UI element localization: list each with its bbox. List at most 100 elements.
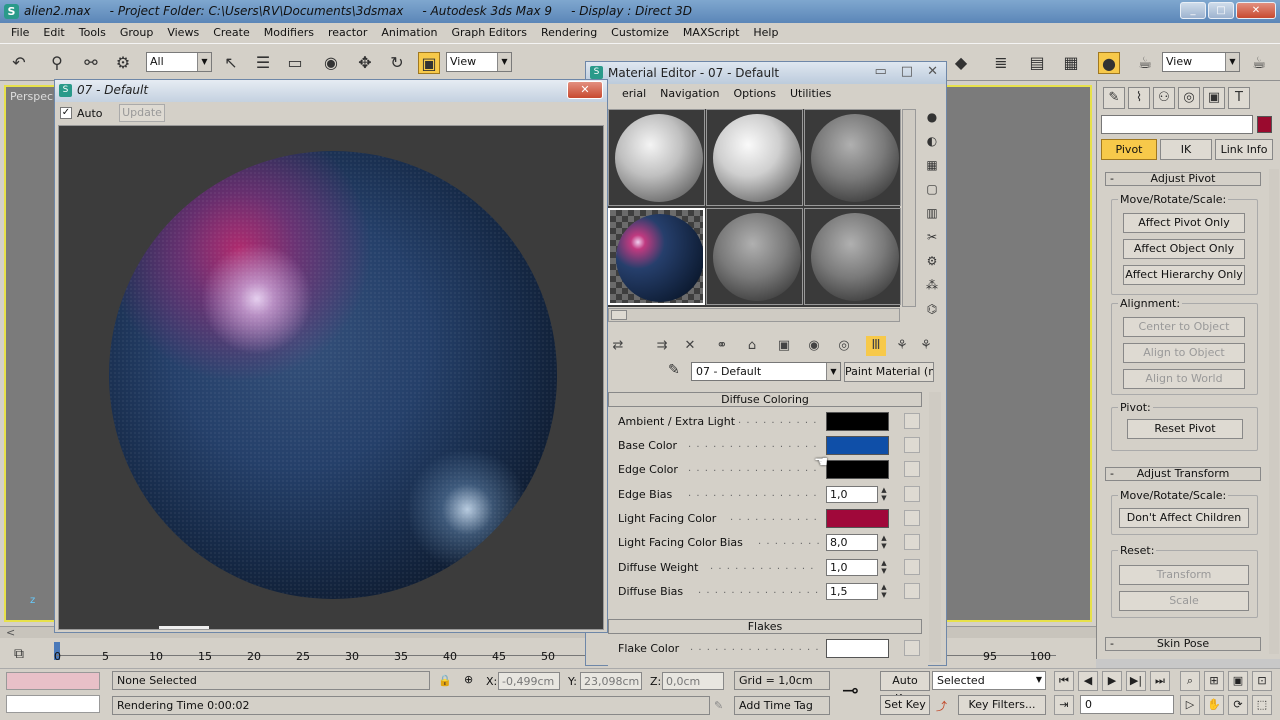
- menu-maxscript[interactable]: MAXScript: [676, 23, 746, 43]
- base-color-swatch[interactable]: [826, 436, 889, 455]
- assign-to-selection-icon[interactable]: ⇉: [652, 336, 672, 356]
- rotate-icon[interactable]: ↻: [386, 52, 408, 74]
- minimize-button[interactable]: _: [1180, 2, 1206, 19]
- modify-tab-icon[interactable]: ⌇: [1128, 87, 1150, 109]
- diffuse-weight-spinner[interactable]: 1,0: [826, 559, 878, 576]
- flake-color-map-button[interactable]: [904, 640, 920, 656]
- menu-create[interactable]: Create: [206, 23, 257, 43]
- absolute-mode-icon[interactable]: ⊕: [464, 673, 473, 686]
- menu-group[interactable]: Group: [113, 23, 161, 43]
- sample-slot[interactable]: [804, 109, 901, 206]
- render-scene-icon[interactable]: ☕: [1134, 52, 1156, 74]
- edge-color-map-button[interactable]: [904, 461, 920, 477]
- menu-edit[interactable]: Edit: [36, 23, 71, 43]
- bind-space-warp-icon[interactable]: ⚙: [112, 52, 134, 74]
- transform-button[interactable]: Transform: [1119, 565, 1249, 585]
- affect-object-only-button[interactable]: Affect Object Only: [1123, 239, 1245, 259]
- diffuse-weight-map-button[interactable]: [904, 559, 920, 575]
- ik-tab[interactable]: IK: [1160, 139, 1212, 160]
- parameters-scrollbar[interactable]: [929, 392, 941, 662]
- curve-editor-icon[interactable]: ▤: [1026, 52, 1048, 74]
- update-button[interactable]: Update: [119, 104, 165, 122]
- schematic-view-icon[interactable]: ▦: [1060, 52, 1082, 74]
- scale-button[interactable]: Scale: [1119, 591, 1249, 611]
- select-by-name-icon[interactable]: ☰: [252, 52, 274, 74]
- auto-checkbox[interactable]: ✓: [60, 107, 72, 119]
- key-mode-toggle-icon[interactable]: ⇥: [1054, 695, 1074, 715]
- default-in-out-tangent-icon[interactable]: ⤴: [936, 698, 947, 714]
- maxscript-input-mini[interactable]: [6, 695, 100, 713]
- menu-navigation[interactable]: Navigation: [654, 84, 725, 104]
- material-effects-channel-icon[interactable]: ▣: [774, 336, 794, 356]
- menu-graph-editors[interactable]: Graph Editors: [444, 23, 534, 43]
- undo-icon[interactable]: ↶: [8, 52, 30, 74]
- menu-material[interactable]: erial: [616, 84, 652, 104]
- light-facing-color-bias-spinner[interactable]: 8,0: [826, 534, 878, 551]
- y-coordinate-field[interactable]: 23,098cm: [580, 672, 642, 690]
- go-to-start-icon[interactable]: ⏮: [1054, 671, 1074, 691]
- motion-tab-icon[interactable]: ◎: [1178, 87, 1200, 109]
- edge-bias-map-button[interactable]: [904, 486, 920, 502]
- zoom-icon[interactable]: ⌕: [1180, 671, 1200, 691]
- put-to-scene-icon[interactable]: ⇄: [608, 336, 628, 356]
- material-render-view[interactable]: [58, 125, 604, 630]
- spinner-arrows-icon[interactable]: ▲ ▼: [879, 583, 889, 600]
- quick-render-icon[interactable]: ☕: [1248, 52, 1270, 74]
- menu-rendering[interactable]: Rendering: [534, 23, 604, 43]
- light-facing-bias-map-button[interactable]: [904, 534, 920, 550]
- scroll-thumb[interactable]: [611, 310, 627, 320]
- show-map-in-viewport-icon[interactable]: ◉: [804, 336, 824, 356]
- set-key-icon[interactable]: ⊸: [842, 678, 859, 702]
- close-button[interactable]: ✕: [1236, 2, 1276, 19]
- 3dsmax-app-icon[interactable]: S: [4, 4, 19, 19]
- menu-animation[interactable]: Animation: [374, 23, 444, 43]
- preview-title-bar[interactable]: S 07 - Default ✕: [55, 80, 607, 102]
- material-name-field[interactable]: 07 - Default ▼: [691, 362, 841, 381]
- object-name-field[interactable]: [1101, 115, 1253, 134]
- mirror-icon[interactable]: ◆: [950, 52, 972, 74]
- diffuse-bias-map-button[interactable]: [904, 583, 920, 599]
- pivot-tab[interactable]: Pivot: [1101, 139, 1157, 160]
- object-color-swatch[interactable]: [1257, 116, 1272, 133]
- lock-selection-icon[interactable]: 🔒: [438, 674, 452, 687]
- base-color-map-button[interactable]: [904, 437, 920, 453]
- align-to-object-button[interactable]: Align to Object: [1123, 343, 1245, 363]
- key-filters-button[interactable]: Key Filters...: [958, 695, 1046, 715]
- close-icon[interactable]: ✕: [927, 64, 938, 79]
- material-editor-title-bar[interactable]: S Material Editor - 07 - Default ▭ □ ✕: [586, 62, 946, 84]
- flakes-rollout[interactable]: Flakes: [608, 619, 922, 634]
- zoom-all-icon[interactable]: ⊞: [1204, 671, 1224, 691]
- menu-help[interactable]: Help: [746, 23, 785, 43]
- center-to-object-button[interactable]: Center to Object: [1123, 317, 1245, 337]
- go-to-end-icon[interactable]: ⏭: [1150, 671, 1170, 691]
- select-object-icon[interactable]: ↖: [220, 52, 242, 74]
- go-to-parent-icon[interactable]: Ⅲ: [866, 336, 886, 356]
- affect-hierarchy-only-button[interactable]: Affect Hierarchy Only: [1123, 265, 1245, 285]
- maximize-viewport-icon[interactable]: ⬚: [1252, 695, 1272, 715]
- reference-coordinate-dropdown[interactable]: View ▼: [446, 52, 512, 72]
- menu-utilities[interactable]: Utilities: [784, 84, 837, 104]
- display-tab-icon[interactable]: ▣: [1203, 87, 1225, 109]
- menu-customize[interactable]: Customize: [604, 23, 676, 43]
- sample-slot-active[interactable]: [608, 208, 705, 305]
- ambient-color-swatch[interactable]: [826, 412, 889, 431]
- menu-modifiers[interactable]: Modifiers: [257, 23, 321, 43]
- sample-type-icon[interactable]: ●: [923, 108, 941, 126]
- align-to-world-button[interactable]: Align to World: [1123, 369, 1245, 389]
- menu-tools[interactable]: Tools: [72, 23, 113, 43]
- minimize-icon[interactable]: ▭: [875, 64, 887, 79]
- sample-slots-hscrollbar[interactable]: [608, 308, 900, 322]
- affect-pivot-only-button[interactable]: Affect Pivot Only: [1123, 213, 1245, 233]
- material-type-button[interactable]: Paint Material (mi): [844, 362, 934, 382]
- unlink-icon[interactable]: ⚯: [80, 52, 102, 74]
- pan-icon[interactable]: ✋: [1204, 695, 1224, 715]
- backlight-icon[interactable]: ◐: [923, 132, 941, 150]
- zoom-extents-icon[interactable]: ▣: [1228, 671, 1248, 691]
- edge-color-swatch[interactable]: [826, 460, 889, 479]
- selection-filter-dropdown[interactable]: All ▼: [146, 52, 212, 72]
- make-preview-icon[interactable]: ✂: [923, 228, 941, 246]
- ambient-map-button[interactable]: [904, 413, 920, 429]
- sample-slot[interactable]: [608, 109, 705, 206]
- pick-material-icon[interactable]: ⚘: [916, 336, 936, 356]
- light-facing-color-swatch[interactable]: [826, 509, 889, 528]
